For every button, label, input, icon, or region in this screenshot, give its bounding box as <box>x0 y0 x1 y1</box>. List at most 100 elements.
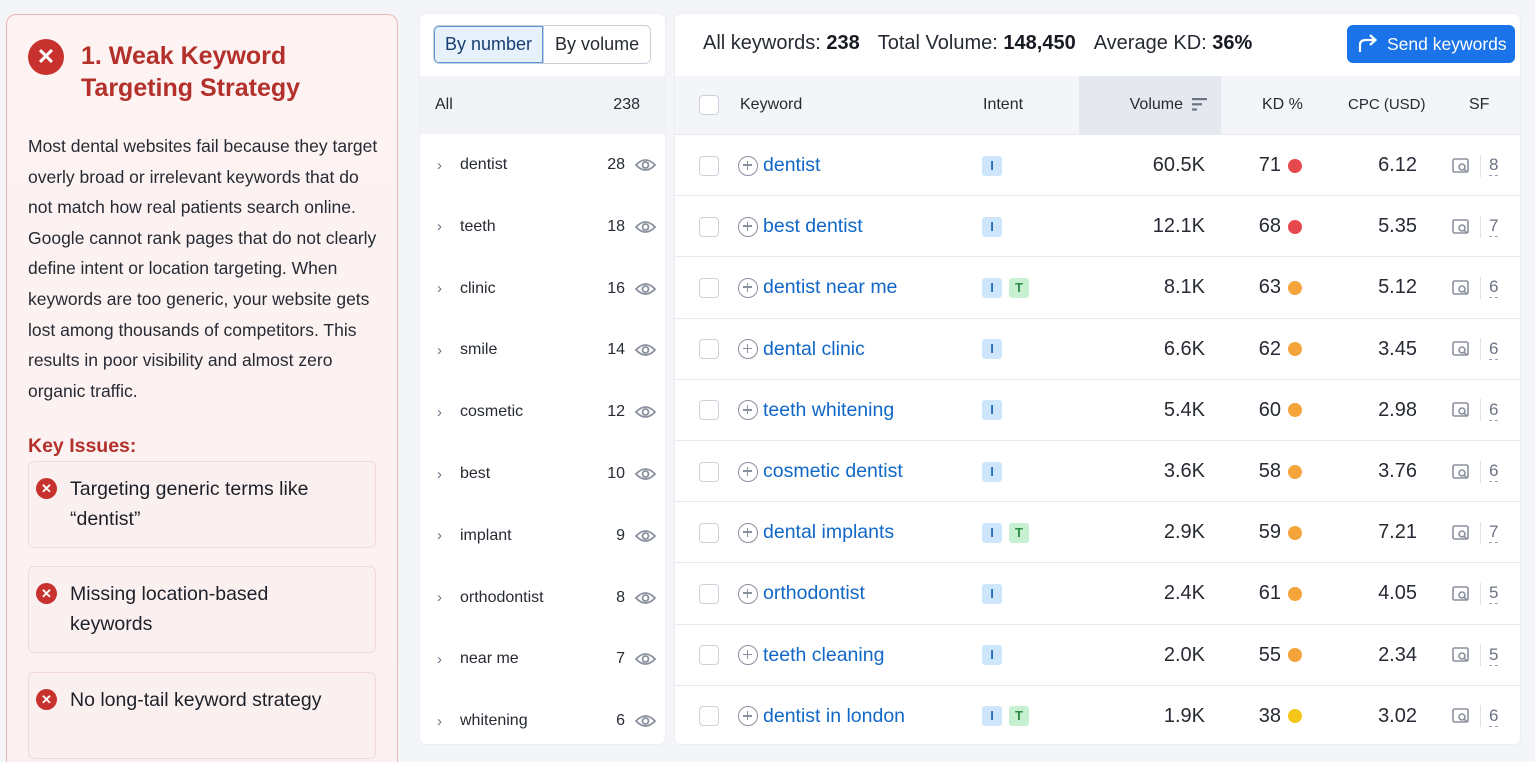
row-checkbox[interactable] <box>699 563 719 624</box>
serp-features-icon[interactable] <box>1452 646 1470 664</box>
sf-count[interactable]: 8 <box>1489 155 1499 176</box>
row-checkbox[interactable] <box>699 686 719 747</box>
add-plus-icon[interactable] <box>738 461 758 482</box>
key-issues-heading: Key Issues: <box>28 435 137 457</box>
group-row[interactable]: › near me 7 <box>420 628 665 690</box>
row-checkbox[interactable] <box>699 502 719 563</box>
serp-features-icon[interactable] <box>1452 218 1470 236</box>
send-keywords-button[interactable]: Send keywords <box>1347 25 1515 63</box>
kd-cell: 60 <box>1235 380 1302 441</box>
send-keywords-label: Send keywords <box>1387 33 1507 54</box>
chevron-right-icon[interactable]: › <box>420 342 460 359</box>
add-plus-icon[interactable] <box>738 216 758 237</box>
header-keyword[interactable]: Keyword <box>740 76 802 134</box>
volume-cell: 12.1K <box>1152 215 1205 238</box>
intent-badge: I <box>982 645 1002 666</box>
row-checkbox[interactable] <box>699 380 719 441</box>
sf-count[interactable]: 5 <box>1489 645 1499 666</box>
chevron-right-icon[interactable]: › <box>420 280 460 297</box>
serp-features-icon[interactable] <box>1452 157 1470 175</box>
serp-features-icon[interactable] <box>1452 585 1470 603</box>
chevron-right-icon[interactable]: › <box>420 651 460 668</box>
header-sf[interactable]: SF <box>1469 76 1489 134</box>
eye-icon[interactable] <box>625 652 665 666</box>
serp-features-icon[interactable] <box>1452 279 1470 297</box>
serp-features-icon[interactable] <box>1452 463 1470 481</box>
eye-icon[interactable] <box>625 591 665 605</box>
row-checkbox[interactable] <box>699 196 719 257</box>
chevron-right-icon[interactable]: › <box>420 218 460 235</box>
chevron-right-icon[interactable]: › <box>420 157 460 174</box>
row-checkbox[interactable] <box>699 441 719 502</box>
header-cpc[interactable]: CPC (USD) <box>1348 76 1426 134</box>
keyword-cell: teeth whitening <box>738 380 894 441</box>
eye-icon[interactable] <box>625 343 665 357</box>
group-row[interactable]: › teeth 18 <box>420 196 665 258</box>
chevron-right-icon[interactable]: › <box>420 589 460 606</box>
group-row[interactable]: › best 10 <box>420 443 665 505</box>
chevron-right-icon[interactable]: › <box>420 466 460 483</box>
keyword-cell: best dentist <box>738 196 863 257</box>
keyword-link[interactable]: cosmetic dentist <box>763 460 903 483</box>
eye-icon[interactable] <box>625 714 665 728</box>
group-row[interactable]: › dentist 28 <box>420 134 665 196</box>
serp-features-icon[interactable] <box>1452 401 1470 419</box>
group-row[interactable]: › whitening 6 <box>420 690 665 752</box>
sf-count[interactable]: 6 <box>1489 400 1499 421</box>
add-plus-icon[interactable] <box>738 645 758 666</box>
header-intent[interactable]: Intent <box>983 76 1023 134</box>
keyword-link[interactable]: teeth whitening <box>763 399 894 422</box>
sf-count[interactable]: 7 <box>1489 216 1499 238</box>
add-plus-icon[interactable] <box>738 400 758 421</box>
sf-count[interactable]: 6 <box>1489 339 1499 360</box>
sf-count[interactable]: 5 <box>1489 583 1499 605</box>
chevron-right-icon[interactable]: › <box>420 713 460 730</box>
select-all-checkbox[interactable] <box>699 95 719 115</box>
chevron-right-icon[interactable]: › <box>420 404 460 421</box>
serp-features-icon[interactable] <box>1452 340 1470 358</box>
add-plus-icon[interactable] <box>738 706 758 727</box>
group-row[interactable]: › cosmetic 12 <box>420 381 665 443</box>
eye-icon[interactable] <box>625 405 665 419</box>
group-row[interactable]: › smile 14 <box>420 319 665 381</box>
group-all-row[interactable]: All 238 <box>420 76 665 134</box>
row-checkbox[interactable] <box>699 625 719 686</box>
keyword-link[interactable]: dentist <box>763 154 820 177</box>
group-row[interactable]: › clinic 16 <box>420 258 665 320</box>
keyword-cell: dentist in london <box>738 686 905 747</box>
add-plus-icon[interactable] <box>738 339 758 360</box>
add-plus-icon[interactable] <box>738 583 758 604</box>
eye-icon[interactable] <box>625 158 665 172</box>
eye-icon[interactable] <box>625 282 665 296</box>
sf-count[interactable]: 7 <box>1489 522 1499 544</box>
keyword-link[interactable]: dentist in london <box>763 705 905 728</box>
row-checkbox[interactable] <box>699 319 719 380</box>
group-count: 10 <box>607 465 625 482</box>
keyword-link[interactable]: dentist near me <box>763 276 897 299</box>
keyword-link[interactable]: teeth cleaning <box>763 644 884 667</box>
eye-icon[interactable] <box>625 467 665 481</box>
add-plus-icon[interactable] <box>738 155 758 176</box>
sf-count[interactable]: 6 <box>1489 706 1499 727</box>
keyword-link[interactable]: dental implants <box>763 521 894 544</box>
by-volume-button[interactable]: By volume <box>543 26 651 63</box>
chevron-right-icon[interactable]: › <box>420 527 460 544</box>
row-checkbox[interactable] <box>699 257 719 318</box>
sf-count[interactable]: 6 <box>1489 461 1499 482</box>
add-plus-icon[interactable] <box>738 277 758 298</box>
eye-icon[interactable] <box>625 220 665 234</box>
header-kd[interactable]: KD % <box>1262 76 1303 134</box>
serp-features-icon[interactable] <box>1452 524 1470 542</box>
header-volume[interactable]: Volume <box>1079 76 1221 134</box>
group-row[interactable]: › orthodontist 8 <box>420 567 665 629</box>
keyword-link[interactable]: best dentist <box>763 215 863 238</box>
eye-icon[interactable] <box>625 529 665 543</box>
group-row[interactable]: › implant 9 <box>420 505 665 567</box>
keyword-link[interactable]: orthodontist <box>763 582 865 605</box>
add-plus-icon[interactable] <box>738 522 758 543</box>
sf-count[interactable]: 6 <box>1489 277 1499 299</box>
row-checkbox[interactable] <box>699 135 719 196</box>
serp-features-icon[interactable] <box>1452 707 1470 725</box>
by-number-button[interactable]: By number <box>434 26 544 63</box>
keyword-link[interactable]: dental clinic <box>763 338 865 361</box>
